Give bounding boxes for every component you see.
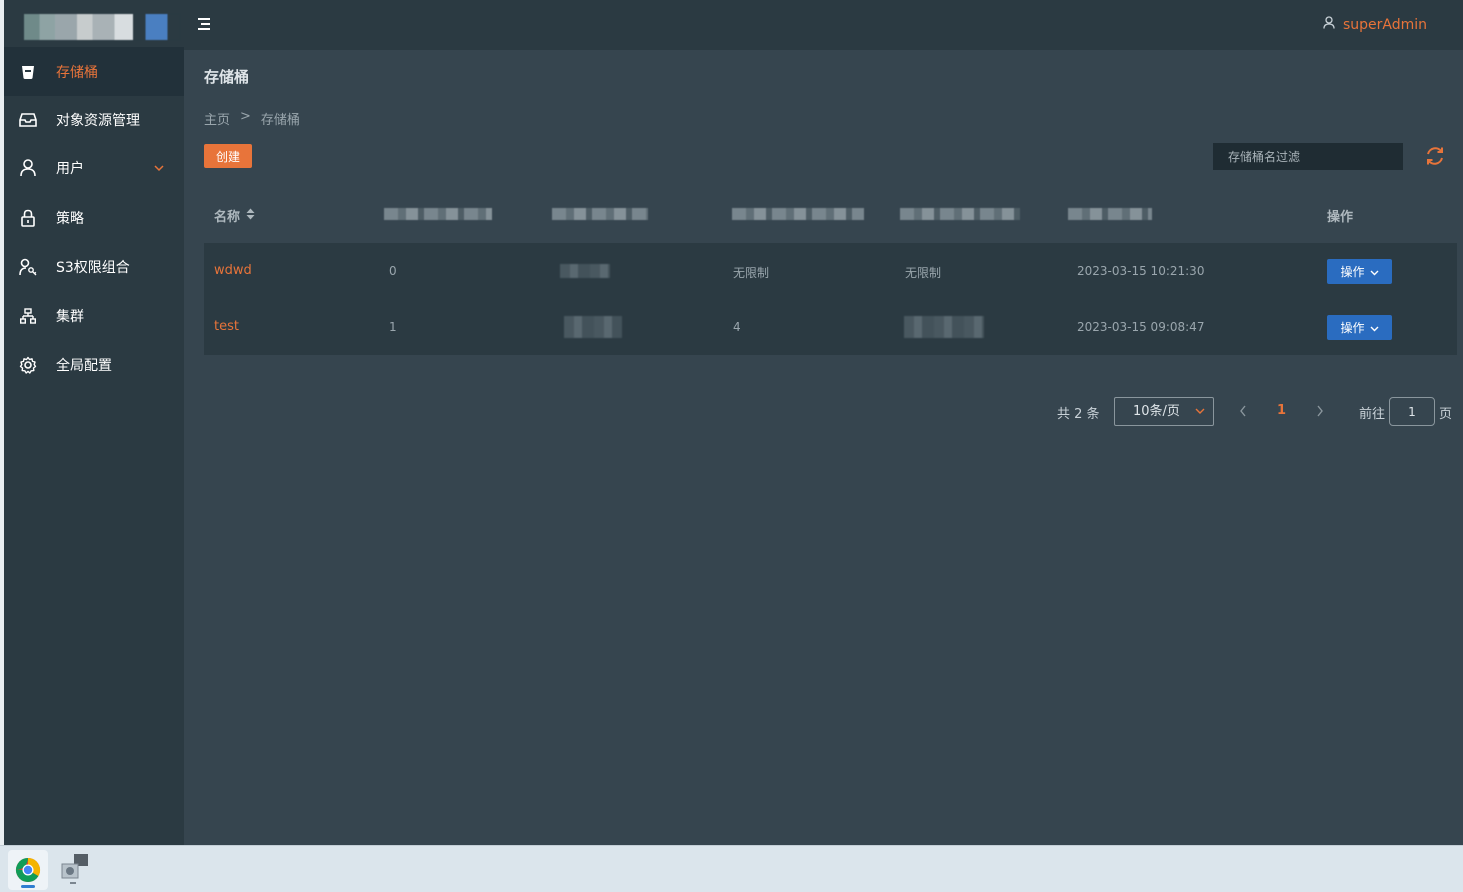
chevron-down-icon	[1370, 321, 1379, 335]
column-header-redacted	[384, 208, 492, 220]
user-menu[interactable]: superAdmin	[1323, 16, 1427, 33]
sidebar-item-label: 集群	[56, 308, 84, 325]
next-page-button[interactable]	[1315, 402, 1325, 424]
cell-value: 4	[733, 320, 741, 334]
table-body: wdwd 0 无限制 无限制 2023-03-15 10:21:30 操作 te…	[204, 243, 1457, 355]
app-icon	[61, 854, 88, 884]
bucket-filter-input[interactable]	[1213, 143, 1403, 170]
row-actions-dropdown[interactable]: 操作	[1327, 315, 1392, 340]
sidebar-item-label: 策略	[56, 210, 84, 227]
goto-label: 前往	[1359, 407, 1386, 422]
column-header-redacted	[552, 208, 648, 220]
app-logo	[4, 0, 184, 50]
user-icon	[19, 158, 37, 177]
page-number-current[interactable]: 1	[1277, 403, 1286, 418]
sidebar-item-buckets[interactable]: 存储桶	[4, 47, 184, 96]
sidebar-item-label: 对象资源管理	[56, 112, 140, 129]
sidebar-item-s3-permissions[interactable]: S3权限组合	[4, 242, 184, 291]
sidebar-item-label: 存储桶	[56, 64, 98, 81]
sort-icon[interactable]	[246, 208, 255, 224]
os-taskbar	[0, 845, 1463, 892]
sidebar-item-global-config[interactable]: 全局配置	[4, 340, 184, 389]
table-row: test 1 4 2023-03-15 09:08:47 操作	[204, 299, 1457, 355]
cell-created-time: 2023-03-15 09:08:47	[1077, 320, 1205, 334]
user-name: superAdmin	[1342, 16, 1427, 33]
create-button[interactable]: 创建	[204, 144, 252, 168]
cell-value: 0	[389, 264, 397, 278]
sidebar-item-clusters[interactable]: 集群	[4, 291, 184, 340]
cluster-icon	[19, 307, 37, 325]
sidebar-item-label: S3权限组合	[56, 259, 130, 276]
chrome-icon	[15, 858, 41, 883]
redacted-cell	[904, 316, 984, 338]
redacted-cell	[560, 264, 610, 278]
app-taskbar-button[interactable]	[58, 852, 92, 886]
row-actions-dropdown[interactable]: 操作	[1327, 259, 1392, 284]
archive-icon	[19, 111, 37, 129]
sidebar-item-object-management[interactable]: 对象资源管理	[4, 95, 184, 144]
bucket-icon	[19, 63, 37, 81]
cell-value: 无限制	[905, 266, 942, 280]
active-indicator	[21, 885, 35, 888]
column-header-name[interactable]: 名称	[214, 206, 255, 225]
total-count: 共 2 条	[1057, 407, 1100, 422]
cell-value: 1	[389, 320, 397, 334]
goto-page-input[interactable]	[1389, 397, 1435, 426]
page-title: 存储桶	[204, 68, 250, 86]
breadcrumb-current: 存储桶	[260, 113, 300, 128]
menu-toggle-icon[interactable]	[196, 16, 212, 36]
column-header-actions: 操作	[1327, 210, 1354, 225]
chevron-down-icon	[1195, 398, 1205, 435]
sidebar-item-label: 用户	[56, 160, 84, 177]
prev-page-button[interactable]	[1238, 402, 1248, 424]
bucket-name-link[interactable]: wdwd	[214, 263, 252, 278]
chevron-down-icon	[154, 160, 164, 176]
page-unit-label: 页	[1439, 407, 1453, 422]
chrome-taskbar-button[interactable]	[8, 850, 48, 890]
column-header-redacted	[732, 208, 864, 220]
top-bar	[184, 0, 1463, 50]
table-header: 名称 操作	[204, 186, 1457, 242]
breadcrumb-separator: >	[240, 109, 251, 124]
pagination: 共 2 条 10条/页 1 前往 页	[0, 397, 1463, 427]
breadcrumb: 主页 > 存储桶	[204, 109, 300, 128]
cell-value: 无限制	[733, 266, 770, 280]
refresh-icon[interactable]	[1424, 145, 1446, 171]
sidebar-item-label: 全局配置	[56, 357, 112, 374]
breadcrumb-home[interactable]: 主页	[204, 109, 230, 128]
user-key-icon	[19, 258, 37, 276]
sidebar-item-users[interactable]: 用户	[4, 143, 184, 192]
sidebar-item-policies[interactable]: 策略	[4, 193, 184, 242]
table-row: wdwd 0 无限制 无限制 2023-03-15 10:21:30 操作	[204, 243, 1457, 299]
redacted-cell	[564, 316, 622, 338]
user-icon	[1323, 16, 1335, 33]
lock-icon	[19, 209, 37, 227]
column-header-redacted	[1068, 208, 1152, 220]
chevron-down-icon	[1370, 265, 1379, 279]
bucket-name-link[interactable]: test	[214, 319, 239, 334]
gear-icon	[19, 356, 37, 374]
logo-image	[24, 14, 180, 40]
column-header-redacted	[900, 208, 1020, 220]
page-size-select[interactable]: 10条/页	[1114, 397, 1214, 426]
cell-created-time: 2023-03-15 10:21:30	[1077, 264, 1205, 278]
